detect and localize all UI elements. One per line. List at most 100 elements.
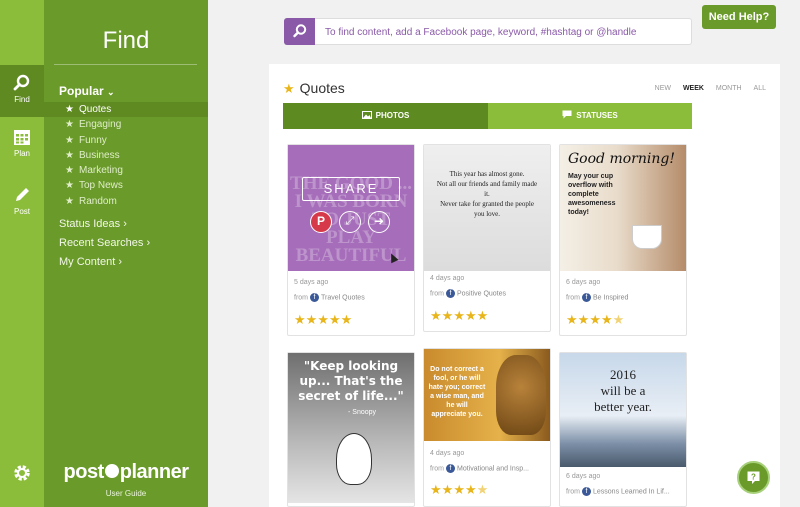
star-rating[interactable]: ★★★★★	[294, 312, 352, 328]
chat-bubble-icon	[562, 110, 572, 119]
search-icon	[293, 24, 307, 38]
time-filters: NEW WEEK MONTH ALL	[645, 85, 766, 92]
tab-photos[interactable]: PHOTOS	[283, 103, 488, 129]
star-rating[interactable]: ★★★★★	[430, 482, 488, 498]
source-link[interactable]: Travel Quotes	[321, 294, 365, 301]
sidebar-divider	[54, 64, 197, 65]
snoopy-icon	[336, 433, 372, 485]
expand-icon[interactable]: ⤢	[339, 211, 361, 233]
share-button[interactable]: SHARE	[302, 177, 400, 201]
settings-button[interactable]	[0, 464, 44, 484]
facebook-icon: f	[582, 293, 591, 302]
popular-item-business[interactable]: ★ Business	[44, 148, 208, 163]
post-source: from f Motivational and Insp...	[430, 464, 529, 473]
nav-plan[interactable]: Plan	[0, 128, 44, 168]
chat-support-button[interactable]: ?	[737, 461, 770, 494]
card-image-text: This year has almost gone. Not all our f…	[436, 170, 538, 218]
star-icon: ★	[65, 149, 74, 161]
popular-item-funny[interactable]: ★ Funny	[44, 133, 208, 148]
star-icon: ★	[65, 104, 74, 115]
pencil-icon	[16, 188, 29, 201]
content-card[interactable]: This year has almost gone. Not all our f…	[423, 144, 551, 332]
source-link[interactable]: Motivational and Insp...	[457, 465, 529, 472]
chevron-right-icon: ›	[146, 237, 151, 249]
popular-item-top-news[interactable]: ★ Top News	[44, 178, 208, 193]
filter-new[interactable]: NEW	[655, 85, 671, 92]
search-icon	[13, 74, 30, 91]
star-icon: ★	[430, 308, 442, 323]
post-source: from f Lessons Learned In Lif...	[566, 487, 670, 496]
card-image: THE GOOD ... I WAS BORN TO JUST PLAY BEA…	[288, 145, 414, 271]
card-image-title: "Keep looking up... That's the secret of…	[298, 359, 404, 403]
content-card[interactable]: Do not correct a fool, or he will hate y…	[423, 348, 551, 507]
star-icon: ★	[600, 312, 613, 327]
star-icon: ★	[430, 482, 442, 497]
recent-searches-link[interactable]: Recent Searches ›	[59, 237, 150, 249]
card-image: This year has almost gone. Not all our f…	[424, 145, 550, 271]
nav-post-label: Post	[13, 207, 30, 216]
filter-week[interactable]: WEEK	[683, 85, 704, 92]
star-icon: ★	[589, 312, 601, 327]
source-link[interactable]: Positive Quotes	[457, 290, 506, 297]
card-image-text: - Snoopy	[348, 409, 377, 416]
popular-item-random[interactable]: ★ Random	[44, 194, 208, 209]
post-source: from f Be Inspired	[566, 293, 629, 302]
forward-icon[interactable]: ➜	[368, 211, 390, 233]
coffee-cup-icon	[632, 225, 662, 249]
star-icon: ★	[328, 312, 341, 327]
star-icon: ★	[464, 308, 477, 323]
filter-month[interactable]: MONTH	[716, 85, 742, 92]
popular-item-engaging[interactable]: ★ Engaging	[44, 117, 208, 132]
facebook-icon: f	[582, 487, 591, 496]
my-content-link[interactable]: My Content ›	[59, 256, 122, 268]
source-link[interactable]: Lessons Learned In Lif...	[593, 488, 670, 495]
gear-icon	[14, 465, 30, 481]
calendar-icon	[14, 130, 30, 145]
content-card[interactable]: Good morning! May your cup overflow with…	[559, 144, 687, 336]
nav-rail: Find Plan Post	[0, 0, 44, 507]
section-title: ★ Quotes	[283, 80, 345, 96]
content-tabs: PHOTOS STATUSES	[283, 103, 692, 129]
search-placeholder: To find content, add a Facebook page, ke…	[325, 27, 637, 38]
card-image-text: 2016 will be a better year.	[594, 367, 652, 414]
search-bar[interactable]: To find content, add a Facebook page, ke…	[284, 18, 692, 45]
nav-find[interactable]: Find	[0, 65, 44, 117]
content-panel: ★ Quotes NEW WEEK MONTH ALL PHOTOS STATUS…	[269, 64, 780, 507]
post-date: 6 days ago	[566, 279, 601, 286]
content-card[interactable]: 2016 will be a better year. 6 days ago f…	[559, 352, 687, 507]
star-icon: ★	[317, 312, 329, 327]
popular-menu-toggle[interactable]: Popular ⌄	[59, 84, 115, 98]
tab-statuses[interactable]: STATUSES	[488, 103, 692, 129]
star-icon: ★	[441, 482, 454, 497]
card-image-title: Good morning!	[568, 151, 675, 167]
pinterest-icon[interactable]: P	[310, 211, 332, 233]
star-icon: ★	[65, 134, 74, 146]
main-area: To find content, add a Facebook page, ke…	[208, 0, 800, 507]
post-date: 4 days ago	[430, 450, 465, 457]
search-button[interactable]	[284, 18, 315, 45]
star-icon: ★	[65, 165, 74, 177]
find-sidebar: Find Popular ⌄ ★ Quotes ★ Engaging ★ Funny …	[44, 0, 208, 507]
chevron-right-icon: ›	[118, 256, 122, 268]
star-rating[interactable]: ★★★★★	[566, 312, 624, 328]
need-help-button[interactable]: Need Help?	[702, 5, 776, 29]
popular-item-marketing[interactable]: ★ Marketing	[44, 163, 208, 178]
star-rating[interactable]: ★★★★★	[430, 308, 488, 324]
user-guide-link[interactable]: User Guide	[44, 489, 208, 498]
post-date: 6 days ago	[566, 473, 601, 480]
source-link[interactable]: Be Inspired	[593, 294, 628, 301]
star-icon: ★	[476, 308, 489, 323]
post-date: 5 days ago	[294, 279, 329, 286]
star-half-icon: ★	[476, 482, 489, 497]
filter-all[interactable]: ALL	[754, 85, 766, 92]
status-ideas-link[interactable]: Status Ideas ›	[59, 218, 127, 230]
content-card[interactable]: THE GOOD ... I WAS BORN TO JUST PLAY BEA…	[287, 144, 415, 336]
nav-post[interactable]: Post	[0, 186, 44, 226]
star-icon: ★	[453, 308, 465, 323]
popular-item-quotes[interactable]: ★ Quotes	[44, 102, 208, 118]
star-half-icon: ★	[612, 312, 625, 327]
card-image-text: May your cup overflow with complete awes…	[568, 173, 616, 216]
content-card[interactable]: "Keep looking up... That's the secret of…	[287, 352, 415, 507]
star-icon: ★	[566, 312, 578, 327]
chevron-down-icon: ⌄	[107, 87, 115, 97]
